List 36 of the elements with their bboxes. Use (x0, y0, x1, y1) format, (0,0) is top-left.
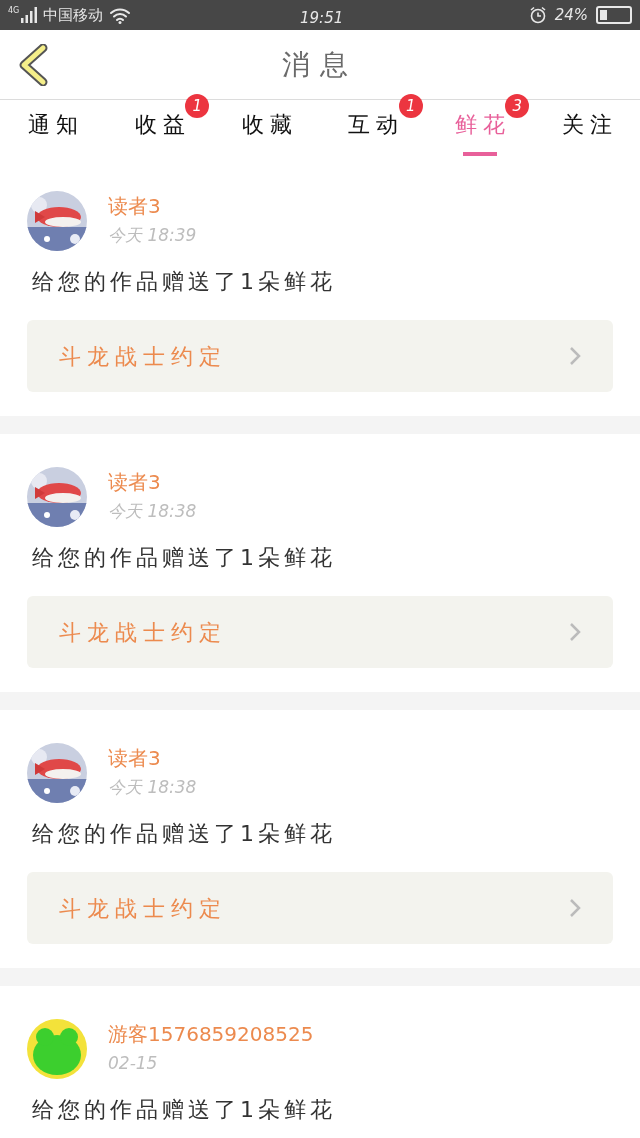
message-text: 给您的作品赠送了1朵鲜花 (32, 820, 337, 848)
user-name: 读者3 (108, 193, 162, 219)
count-badge: 1 (185, 94, 210, 119)
user-name: 读者3 (108, 745, 162, 771)
selected-tab-underline (463, 152, 497, 157)
clock-time: 19:51 (300, 8, 344, 29)
book-title: 斗龙战士约定 (59, 894, 227, 923)
wifi-icon (109, 5, 132, 24)
tab[interactable]: 关注 (555, 110, 618, 141)
page-title: 消息 (282, 46, 358, 83)
chevron-right-icon (569, 898, 581, 918)
message-time: 今天 18:39 (108, 224, 197, 247)
message-text: 给您的作品赠送了1朵鲜花 (32, 544, 337, 572)
battery-percent: 24% (554, 4, 588, 26)
alarm-icon (528, 5, 547, 24)
back-icon[interactable] (18, 43, 48, 86)
message-text: 给您的作品赠送了1朵鲜花 (32, 1096, 337, 1124)
count-badge: 3 (505, 94, 530, 119)
battery-icon (596, 5, 632, 24)
message-time: 今天 18:38 (108, 500, 197, 523)
signal-icon (21, 6, 38, 23)
chevron-right-icon (569, 622, 581, 642)
message-time: 02-15 (108, 1052, 159, 1075)
tab[interactable]: 通知 (22, 110, 85, 141)
message-time: 今天 18:38 (108, 776, 197, 799)
network-type: 4G (8, 6, 20, 15)
user-name: 读者3 (108, 469, 162, 495)
message-text: 给您的作品赠送了1朵鲜花 (32, 268, 337, 296)
book-title: 斗龙战士约定 (59, 342, 227, 371)
book-title: 斗龙战士约定 (59, 618, 227, 647)
carrier-name: 中国移动 (43, 4, 104, 26)
count-badge: 1 (398, 94, 423, 119)
chevron-right-icon (569, 346, 581, 366)
avatar-icon (27, 1019, 87, 1079)
tab[interactable]: 收藏 (235, 110, 298, 141)
user-name: 游客1576859208525 (108, 1021, 314, 1047)
